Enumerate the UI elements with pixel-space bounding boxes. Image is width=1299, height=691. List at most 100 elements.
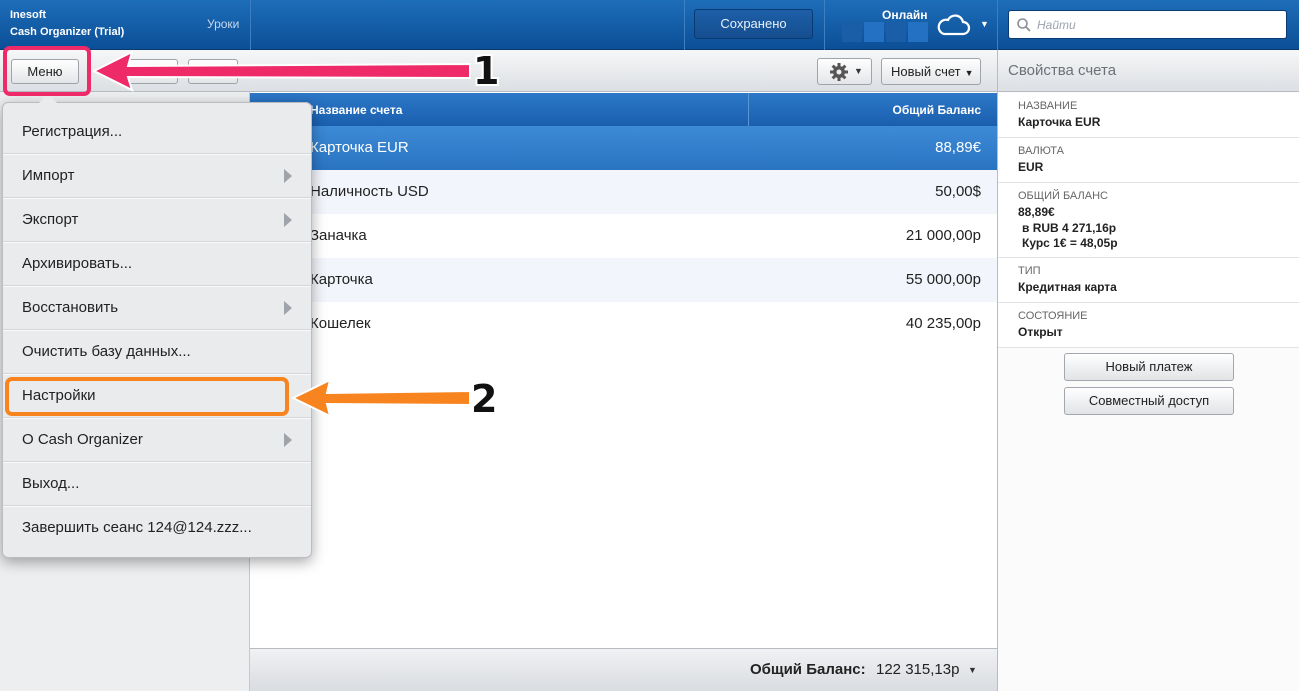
menu-item-label: О Cash Organizer (22, 431, 143, 448)
exchange-rate: Курс 1€ = 48,05р (1022, 236, 1118, 250)
account-name: Карточка EUR (310, 139, 409, 156)
account-name: Карточка (310, 271, 373, 288)
menu-item-about[interactable]: О Cash Organizer (3, 418, 311, 462)
account-row[interactable]: Кошелек 40 235,00р (250, 302, 997, 346)
property-label: ОБЩИЙ БАЛАНС (1018, 190, 1108, 202)
menu-item-label: Очистить базу данных... (22, 343, 191, 360)
menu-item-clear-database[interactable]: Очистить базу данных... (3, 330, 311, 374)
main-toolbar: Все счета ▼ Новый счет ▼ (250, 50, 997, 92)
lessons-link[interactable]: Уроки (207, 17, 239, 31)
search-icon (1017, 18, 1031, 32)
property-label: ВАЛЮТА (1018, 145, 1064, 157)
account-balance: 21 000,00р (905, 227, 981, 244)
submenu-arrow-icon (284, 213, 292, 227)
page-title: Все счета (264, 62, 328, 78)
search-box[interactable] (1008, 10, 1287, 39)
toolbar-divider (684, 0, 685, 50)
property-name: НАЗВАНИЕ Карточка EUR (998, 93, 1299, 138)
chevron-down-icon[interactable]: ▼ (980, 19, 989, 29)
app-name: Cash Organizer (Trial) (10, 26, 125, 38)
menu-item-import[interactable]: Импорт (3, 154, 311, 198)
account-row[interactable]: Наличность USD 50,00$ (250, 170, 997, 214)
total-balance-value: 122 315,13р (876, 661, 960, 678)
menu-item-archive[interactable]: Архивировать... (3, 242, 311, 286)
account-properties-panel: Свойства счета НАЗВАНИЕ Карточка EUR ВАЛ… (997, 50, 1299, 691)
account-balance: 50,00$ (935, 183, 981, 200)
top-bar: Inesoft Cash Organizer (Trial) Уроки Сох… (0, 0, 1299, 50)
column-divider (748, 93, 749, 126)
accounts-list: Карточка EUR 88,89€ Наличность USD 50,00… (250, 126, 997, 346)
main-menu-dropdown: Регистрация... Импорт Экспорт Архивирова… (2, 94, 312, 558)
shared-access-button[interactable]: Совместный доступ (1064, 387, 1234, 415)
new-account-label: Новый счет (891, 64, 961, 79)
account-row[interactable]: Заначка 21 000,00р (250, 214, 997, 258)
properties-header: Свойства счета (998, 50, 1299, 92)
property-value[interactable]: Карточка EUR (1018, 114, 1299, 131)
sidebar-tool-button[interactable] (188, 59, 238, 84)
accounts-panel: Все счета ▼ Новый счет▼ Название счета (250, 50, 997, 691)
company-name: Inesoft (10, 9, 47, 21)
menu-item-export[interactable]: Экспорт (3, 198, 311, 242)
menu-item-label: Импорт (22, 167, 75, 184)
online-status-label: Онлайн (882, 8, 928, 22)
properties-list: НАЗВАНИЕ Карточка EUR ВАЛЮТА EUR ОБЩИЙ Б… (998, 93, 1299, 348)
sidebar-tool-button[interactable] (128, 59, 178, 84)
gear-icon (830, 63, 848, 81)
property-type: ТИП Кредитная карта (998, 258, 1299, 303)
property-value[interactable]: Кредитная карта (1018, 279, 1299, 296)
account-name: Наличность USD (310, 183, 429, 200)
toolbar-divider (250, 0, 251, 50)
property-value[interactable]: EUR (1018, 159, 1299, 176)
chevron-down-icon[interactable]: ▼ (968, 665, 977, 675)
chevron-down-icon: ▼ (854, 66, 863, 76)
cloud-icon[interactable] (935, 10, 971, 38)
property-label: ТИП (1018, 265, 1041, 277)
total-balance-label: Общий Баланс: (750, 661, 866, 678)
new-payment-button[interactable]: Новый платеж (1064, 353, 1234, 381)
property-currency: ВАЛЮТА EUR (998, 138, 1299, 183)
account-row[interactable]: Карточка 55 000,00р (250, 258, 997, 302)
balance-in-rub: в RUB 4 271,16р (1022, 221, 1117, 235)
submenu-arrow-icon (284, 169, 292, 183)
menu-item-label: Восстановить (22, 299, 119, 316)
menu-item-exit[interactable]: Выход... (3, 462, 311, 506)
app-brand: Inesoft Cash Organizer (Trial) (10, 8, 124, 42)
new-account-button[interactable]: Новый счет ▼ (881, 58, 981, 85)
property-value[interactable]: Открыт (1018, 324, 1299, 341)
property-value: 88,89€ (1018, 205, 1055, 219)
sync-indicator (842, 22, 930, 42)
menu-item-label: Регистрация... (22, 123, 123, 140)
total-balance-bar[interactable]: Общий Баланс: 122 315,13р ▼ (250, 648, 997, 691)
account-name: Заначка (310, 227, 367, 244)
menu-item-label: Экспорт (22, 211, 79, 228)
property-label: СОСТОЯНИЕ (1018, 310, 1088, 322)
submenu-arrow-icon (284, 433, 292, 447)
property-label: НАЗВАНИЕ (1018, 100, 1078, 112)
settings-dropdown-button[interactable]: ▼ (817, 58, 872, 85)
property-state: СОСТОЯНИЕ Открыт (998, 303, 1299, 348)
account-balance: 88,89€ (935, 139, 981, 156)
toolbar-divider (997, 0, 998, 50)
properties-title: Свойства счета (1008, 62, 1117, 79)
property-balance: ОБЩИЙ БАЛАНС 88,89€ в RUB 4 271,16р Курс… (998, 183, 1299, 258)
account-row[interactable]: Карточка EUR 88,89€ (250, 126, 997, 170)
menu-item-label: Завершить сеанс 124@124.zzz... (22, 519, 252, 536)
menu-button-highlight (3, 46, 91, 96)
menu-item-register[interactable]: Регистрация... (3, 110, 311, 154)
step-number-2: 2 (471, 377, 498, 421)
menu-item-restore[interactable]: Восстановить (3, 286, 311, 330)
column-header-balance[interactable]: Общий Баланс (893, 103, 981, 117)
account-balance: 40 235,00р (905, 315, 981, 332)
menu-item-label: Архивировать... (22, 255, 133, 272)
menu-item-logout[interactable]: Завершить сеанс 124@124.zzz... (3, 506, 311, 550)
column-header-name[interactable]: Название счета (310, 103, 402, 117)
toolbar-divider (824, 0, 825, 50)
account-balance: 55 000,00р (905, 271, 981, 288)
step-number-1: 1 (473, 49, 500, 93)
saved-status-button[interactable]: Сохранено (694, 9, 813, 39)
submenu-arrow-icon (284, 301, 292, 315)
menu-item-label: Выход... (22, 475, 80, 492)
settings-item-highlight (5, 377, 289, 416)
table-header: Название счета Общий Баланс (250, 93, 997, 126)
search-input[interactable] (1037, 15, 1277, 34)
